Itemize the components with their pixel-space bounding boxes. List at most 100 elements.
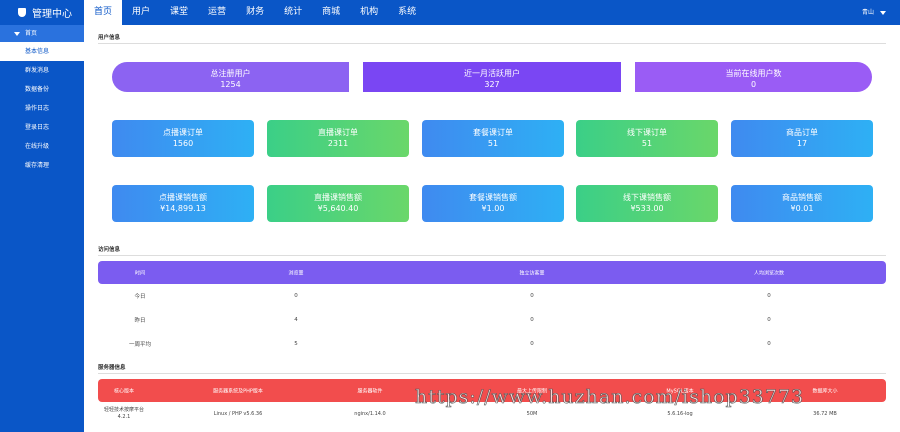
table-cell: 0 bbox=[530, 341, 534, 347]
sidebar-item-backup[interactable]: 数据备份 bbox=[0, 80, 84, 99]
sales-card-goods[interactable]: 商品销售额 ¥0.01 bbox=[731, 185, 873, 222]
tab-finance[interactable]: 财务 bbox=[236, 0, 274, 25]
main-content: 用户信息 总注册用户 1254 近一月活跃用户 327 当前在线用户数 0 点播… bbox=[84, 25, 900, 432]
caret-down-icon bbox=[14, 31, 20, 36]
card-label: 点播课订单 bbox=[163, 128, 203, 137]
sales-card-package[interactable]: 套餐课销售额 ¥1.00 bbox=[422, 185, 564, 222]
divider bbox=[98, 373, 886, 374]
table-cell: 0 bbox=[767, 341, 771, 347]
card-value: 51 bbox=[641, 139, 653, 148]
section-title-server: 服务器信息 bbox=[98, 365, 126, 371]
card-label: 线下课订单 bbox=[627, 128, 667, 137]
table-cell: 0 bbox=[294, 293, 298, 299]
sidebar-section-label: 首页 bbox=[25, 30, 38, 37]
section-title-user-info: 用户信息 bbox=[98, 35, 121, 41]
order-card-offline[interactable]: 线下课订单 51 bbox=[576, 120, 718, 157]
card-value: ¥0.01 bbox=[790, 204, 814, 213]
table-cell: 今日 bbox=[134, 294, 146, 300]
column-header: 服务器软件 bbox=[357, 388, 383, 394]
order-card-live[interactable]: 直播课订单 2311 bbox=[267, 120, 409, 157]
tab-operations[interactable]: 运营 bbox=[198, 0, 236, 25]
card-label: 点播课销售额 bbox=[159, 193, 207, 202]
stat-online-users: 当前在线用户数 0 bbox=[635, 62, 872, 92]
user-menu[interactable]: 青山 bbox=[862, 0, 886, 25]
stat-label: 总注册用户 bbox=[210, 69, 251, 78]
watermark: https://www.huzhan.com/ishop33773 bbox=[415, 386, 805, 409]
column-header: 数据库大小 bbox=[812, 388, 838, 394]
sidebar-item-login-log[interactable]: 登录日志 bbox=[0, 118, 84, 137]
divider bbox=[98, 255, 886, 256]
stat-value: 1254 bbox=[220, 80, 241, 89]
sidebar-item-basic-info[interactable]: 基本信息 bbox=[0, 42, 84, 61]
table-cell: 0 bbox=[767, 293, 771, 299]
column-header: 浏览量 bbox=[288, 270, 304, 276]
card-value: 1560 bbox=[172, 139, 194, 148]
table-cell: 5 bbox=[294, 341, 298, 347]
sales-card-live[interactable]: 直播课销售额 ¥5,640.40 bbox=[267, 185, 409, 222]
top-navbar: 管理中心 首页 用户 课堂 运营 财务 统计 商城 机构 系统 青山 bbox=[0, 0, 900, 25]
table-cell: 5.6.16-log bbox=[667, 411, 693, 417]
main-nav: 首页 用户 课堂 运营 财务 统计 商城 机构 系统 bbox=[84, 0, 426, 25]
card-value: ¥533.00 bbox=[630, 204, 664, 213]
brand: 管理中心 bbox=[0, 0, 84, 25]
table-cell: 4 bbox=[294, 317, 298, 323]
stat-value: 327 bbox=[484, 80, 500, 89]
sidebar: 首页 基本信息 群发消息 数据备份 操作日志 登录日志 在线升级 缓存清理 bbox=[0, 25, 84, 432]
order-card-vod[interactable]: 点播课订单 1560 bbox=[112, 120, 254, 157]
table-cell: Linux / PHP v5.6.36 bbox=[213, 411, 263, 417]
column-header: 核心版本 bbox=[113, 388, 135, 394]
table-cell: 0 bbox=[530, 317, 534, 323]
table-cell: nginx/1.14.0 bbox=[354, 411, 386, 417]
table-row: 一周平均 5 0 0 bbox=[98, 332, 886, 356]
card-value: ¥1.00 bbox=[481, 204, 505, 213]
divider bbox=[98, 43, 886, 44]
app-title: 管理中心 bbox=[32, 9, 72, 20]
card-value: 51 bbox=[487, 139, 499, 148]
tab-statistics[interactable]: 统计 bbox=[274, 0, 312, 25]
sidebar-section-home[interactable]: 首页 bbox=[0, 25, 84, 42]
column-header: 独立访客量 bbox=[519, 270, 545, 276]
tab-institution[interactable]: 机构 bbox=[350, 0, 388, 25]
card-label: 商品销售额 bbox=[782, 193, 822, 202]
card-label: 直播课销售额 bbox=[314, 193, 362, 202]
chevron-down-icon bbox=[880, 10, 886, 15]
card-value: ¥5,640.40 bbox=[317, 204, 359, 213]
section-title-visits: 访问信息 bbox=[98, 247, 121, 253]
stat-active-users: 近一月活跃用户 327 bbox=[363, 62, 621, 92]
card-value: 2311 bbox=[327, 139, 349, 148]
card-label: 套餐课订单 bbox=[473, 128, 513, 137]
table-cell: 50M bbox=[526, 411, 538, 417]
card-value: ¥14,899.13 bbox=[160, 204, 206, 213]
visits-table: 时间 浏览量 独立访客量 人均浏览次数 今日 0 0 0 昨日 4 0 0 一周… bbox=[98, 261, 886, 356]
table-row: 今日 0 0 0 bbox=[98, 284, 886, 308]
table-cell: 一周平均 bbox=[128, 342, 152, 348]
order-card-goods[interactable]: 商品订单 17 bbox=[731, 120, 873, 157]
tab-mall[interactable]: 商城 bbox=[312, 0, 350, 25]
card-label: 线下课销售额 bbox=[623, 193, 671, 202]
table-row: 昨日 4 0 0 bbox=[98, 308, 886, 332]
table-cell: 昨日 bbox=[134, 318, 146, 324]
card-label: 商品订单 bbox=[786, 128, 818, 137]
table-cell: 轻轻技术按摩平台 4.2.1 bbox=[103, 407, 145, 420]
user-name: 青山 bbox=[861, 9, 874, 16]
tab-home[interactable]: 首页 bbox=[84, 0, 123, 25]
tab-users[interactable]: 用户 bbox=[122, 0, 160, 25]
table-cell: 36.72 MB bbox=[813, 411, 837, 417]
card-label: 直播课订单 bbox=[318, 128, 358, 137]
table-header: 时间 浏览量 独立访客量 人均浏览次数 bbox=[98, 261, 886, 284]
order-card-package[interactable]: 套餐课订单 51 bbox=[422, 120, 564, 157]
stat-label: 近一月活跃用户 bbox=[464, 69, 520, 78]
sales-card-offline[interactable]: 线下课销售额 ¥533.00 bbox=[576, 185, 718, 222]
shield-icon bbox=[18, 8, 26, 17]
card-label: 套餐课销售额 bbox=[469, 193, 517, 202]
sidebar-item-cache-clear[interactable]: 缓存清理 bbox=[0, 156, 84, 175]
sidebar-item-operation-log[interactable]: 操作日志 bbox=[0, 99, 84, 118]
sidebar-item-mass-message[interactable]: 群发消息 bbox=[0, 61, 84, 80]
sales-card-vod[interactable]: 点播课销售额 ¥14,899.13 bbox=[112, 185, 254, 222]
tab-system[interactable]: 系统 bbox=[388, 0, 426, 25]
column-header: 人均浏览次数 bbox=[753, 270, 785, 276]
table-cell: 0 bbox=[767, 317, 771, 323]
tab-classroom[interactable]: 课堂 bbox=[160, 0, 198, 25]
stat-label: 当前在线用户数 bbox=[725, 69, 782, 78]
sidebar-item-upgrade[interactable]: 在线升级 bbox=[0, 137, 84, 156]
